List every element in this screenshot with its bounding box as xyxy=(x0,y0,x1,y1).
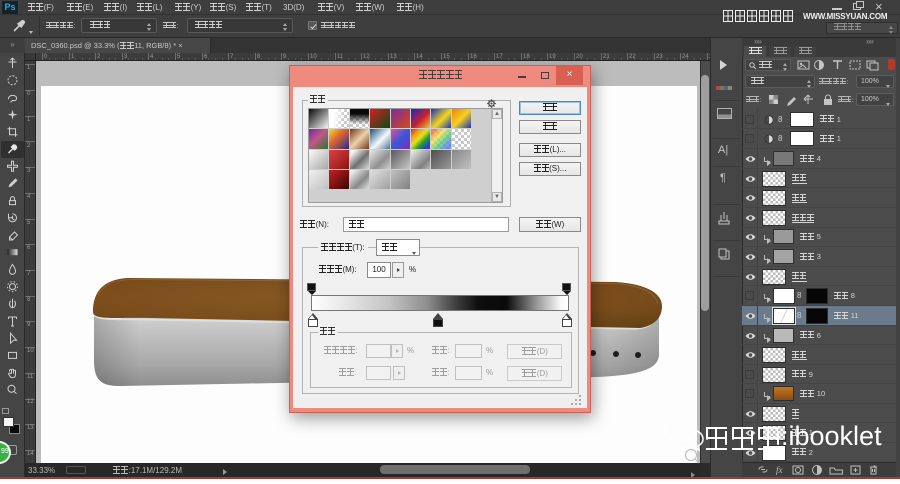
svg-text:fx: fx xyxy=(776,465,783,475)
